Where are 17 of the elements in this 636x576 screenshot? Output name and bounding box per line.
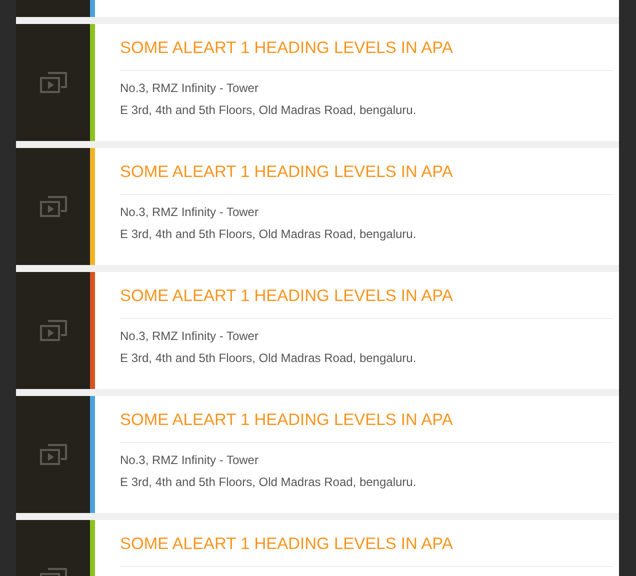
address-line: E 3rd, 4th and 5th Floors, Old Madras Road, bengaluru.	[120, 226, 418, 242]
video-icon	[40, 72, 66, 93]
alert-heading: SOME ALEART 1 HEADING LEVELS IN APA	[120, 535, 453, 553]
address-line: No.3, RMZ Infinity - Tower	[120, 452, 260, 468]
address-line: E 3rd, 4th and 5th Floors, Old Madras Road, bengaluru.	[120, 102, 418, 118]
address-line: No.3, RMZ Infinity - Tower	[120, 80, 260, 96]
address-line: E 3rd, 4th and 5th Floors, Old Madras Road, bengaluru.	[120, 474, 418, 490]
alert-heading: SOME ALEART 1 HEADING LEVELS IN APA	[120, 163, 453, 181]
video-icon	[40, 444, 66, 465]
video-icon	[40, 320, 66, 341]
alert-heading: SOME ALEART 1 HEADING LEVELS IN APA	[120, 287, 453, 305]
address-line: No.3, RMZ Infinity - Tower	[120, 328, 260, 344]
address-line: E 3rd, 4th and 5th Floors, Old Madras Road, bengaluru.	[120, 350, 418, 366]
alert-heading: SOME ALEART 1 HEADING LEVELS IN APA	[120, 39, 453, 57]
video-icon	[40, 196, 66, 217]
address-line: No.3, RMZ Infinity - Tower	[120, 204, 260, 220]
alert-heading: SOME ALEART 1 HEADING LEVELS IN APA	[120, 411, 453, 429]
